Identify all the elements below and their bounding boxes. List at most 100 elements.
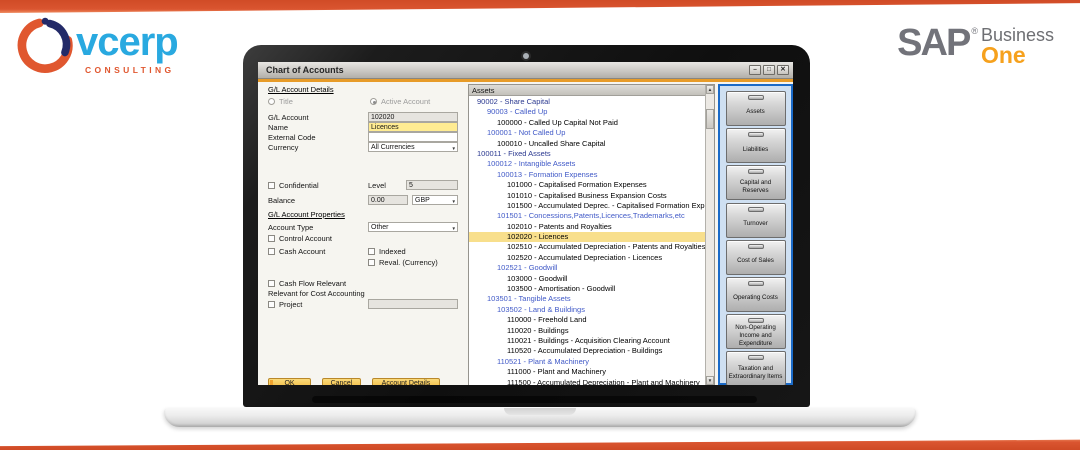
tree-row[interactable]: 100011 - Fixed Assets	[469, 149, 705, 159]
reval-currency-checkbox[interactable]	[368, 259, 375, 266]
top-banner	[0, 0, 1080, 13]
tree-row[interactable]: 102020 - Licences	[469, 232, 705, 243]
section-gl-account-properties: G/L Account Properties	[268, 210, 345, 219]
title-radio[interactable]	[268, 98, 275, 105]
dropdown-arrow-icon: ▼	[451, 226, 456, 231]
drawer-button[interactable]: Turnover	[725, 202, 786, 238]
active-account-radio-label: Active Account	[381, 97, 431, 106]
drawer-button[interactable]: Liabilities	[725, 128, 786, 164]
project-checkbox[interactable]	[268, 301, 275, 308]
control-account-checkbox[interactable]	[268, 235, 275, 242]
tree-header-assets: Assets	[469, 85, 705, 96]
tree-row[interactable]: 102510 - Accumulated Depreciation - Pate…	[469, 242, 705, 252]
tree-row[interactable]: 90002 - Share Capital	[469, 97, 705, 107]
vcerp-swirl-icon	[17, 17, 73, 73]
registered-mark: ®	[971, 26, 978, 36]
active-account-radio[interactable]	[370, 98, 377, 105]
cash-account-checkbox[interactable]	[268, 248, 275, 255]
tree-row[interactable]: 110520 - Accumulated Depreciation - Buil…	[469, 346, 705, 356]
drawer-button[interactable]: Cost of Sales	[725, 239, 786, 275]
gl-account-label: G/L Account	[268, 113, 309, 122]
maximize-button[interactable]: □	[763, 65, 775, 75]
scroll-thumb[interactable]	[706, 109, 714, 129]
tree-row[interactable]: 100012 - Intangible Assets	[469, 159, 705, 169]
account-type-value: Other	[371, 224, 389, 231]
tree-row[interactable]: 101501 - Concessions,Patents,Licences,Tr…	[469, 211, 705, 221]
tree-row[interactable]: 111000 - Plant and Machinery	[469, 367, 705, 377]
account-type-dropdown[interactable]: Other ▼	[368, 222, 458, 232]
tree-row[interactable]: 101000 - Capitalised Formation Expenses	[469, 180, 705, 190]
balance-field[interactable]: 0.00	[368, 195, 408, 205]
window-title: Chart of Accounts	[266, 65, 344, 75]
accounts-tree-panel: Assets 90002 - Share Capital 90003 - Call…	[468, 84, 715, 385]
drawer-button[interactable]: Operating Costs	[725, 276, 786, 312]
drawer-button[interactable]: Assets	[725, 91, 786, 126]
indexed-checkbox[interactable]	[368, 248, 375, 255]
bottom-banner	[0, 439, 1080, 450]
dropdown-arrow-icon: ▼	[451, 146, 456, 151]
balance-label: Balance	[268, 196, 296, 205]
cash-flow-relevant-checkbox[interactable]	[268, 280, 275, 287]
tree-row[interactable]: 111500 - Accumulated Depreciation - Plan…	[469, 378, 705, 385]
minimize-button[interactable]: –	[749, 65, 761, 75]
ok-button[interactable]: OK	[268, 378, 311, 385]
sap-business-one-logo: SAP ® Business One	[897, 22, 1054, 67]
sap-wordmark: SAP	[897, 22, 971, 64]
drawer-label: Cost of Sales	[737, 257, 774, 265]
relevant-cost-accounting-label: Relevant for Cost Accounting	[268, 289, 365, 298]
drawer-button[interactable]: Taxation and Extraordinary Items	[725, 351, 786, 385]
drawer-button[interactable]: Capital and Reserves	[725, 165, 786, 201]
gl-account-form: G/L Account Details Title Active Account…	[258, 82, 468, 385]
close-button[interactable]: ✕	[777, 65, 789, 75]
account-details-button[interactable]: Account Details	[372, 378, 440, 385]
name-field[interactable]: Licences	[368, 122, 458, 132]
name-label: Name	[268, 123, 289, 132]
project-label: Project	[279, 300, 303, 309]
currency-dropdown[interactable]: All Currencies ▼	[368, 142, 458, 152]
tree-row[interactable]: 102521 - Goodwill	[469, 263, 705, 273]
drawer-label: Taxation and Extraordinary Items	[728, 364, 783, 380]
tree-row[interactable]: 101500 - Accumulated Deprec. - Capitalis…	[469, 201, 705, 211]
balance-currency-dropdown[interactable]: GBP ▼	[412, 195, 458, 205]
tree-row[interactable]: 100000 - Called Up Capital Not Paid	[469, 118, 705, 128]
tree-row[interactable]: 102520 - Accumulated Depreciation - Lice…	[469, 253, 705, 263]
tree-row[interactable]: 103000 - Goodwill	[469, 274, 705, 284]
tree-row[interactable]: 110000 - Freehold Land	[469, 315, 705, 325]
window-titlebar: Chart of Accounts – □ ✕	[258, 62, 793, 79]
cancel-button[interactable]: Cancel	[322, 378, 361, 385]
tree-scrollbar[interactable]: ▲ ▼	[705, 85, 714, 385]
confidential-checkbox[interactable]	[268, 182, 275, 189]
tree-row[interactable]: 110521 - Plant & Machinery	[469, 357, 705, 367]
scroll-down-icon[interactable]: ▼	[706, 376, 714, 385]
level-label: Level	[368, 181, 386, 190]
tree-row[interactable]: 102010 - Patents and Royalties	[469, 222, 705, 232]
tree-row[interactable]: 101010 - Capitalised Business Expansion …	[469, 191, 705, 201]
level-field[interactable]: 5	[406, 180, 458, 190]
vcerp-brand-subtitle: CONSULTING	[85, 65, 175, 75]
laptop-screen: Chart of Accounts – □ ✕ G/L Account Deta…	[258, 62, 793, 385]
title-radio-label: Title	[279, 97, 293, 106]
drawer-label: Non-Operating Income and Expenditure	[735, 323, 776, 347]
project-field[interactable]	[368, 299, 458, 309]
drawer-button[interactable]: Non-Operating Income and Expenditure	[725, 314, 786, 350]
tree-row[interactable]: 110020 - Buildings	[469, 326, 705, 336]
drawer-label: Operating Costs	[733, 294, 778, 302]
tree-row[interactable]: 103501 - Tangible Assets	[469, 294, 705, 304]
drawer-label: Assets	[746, 108, 765, 116]
tree-row[interactable]: 90003 - Called Up	[469, 107, 705, 117]
tree-row[interactable]: 100013 - Formation Expenses	[469, 170, 705, 180]
tree-row[interactable]: 103500 - Amortisation - Goodwill	[469, 284, 705, 294]
scroll-up-icon[interactable]: ▲	[706, 85, 714, 94]
gl-account-field[interactable]: 102020	[368, 112, 458, 122]
drawer-label: Turnover	[743, 220, 768, 228]
currency-value: All Currencies	[371, 144, 415, 151]
external-code-field[interactable]	[368, 132, 458, 142]
indexed-label: Indexed	[379, 247, 406, 256]
cash-account-label: Cash Account	[279, 247, 326, 256]
tree-row[interactable]: 100001 - Not Called Up	[469, 128, 705, 138]
reval-currency-label: Reval. (Currency)	[379, 258, 438, 267]
account-drawers-panel: Assets Liabilities Capital and Reserves …	[718, 84, 793, 385]
tree-row[interactable]: 100010 - Uncalled Share Capital	[469, 139, 705, 149]
tree-row[interactable]: 110021 - Buildings - Acquisition Clearin…	[469, 336, 705, 346]
tree-row[interactable]: 103502 - Land & Buildings	[469, 305, 705, 315]
